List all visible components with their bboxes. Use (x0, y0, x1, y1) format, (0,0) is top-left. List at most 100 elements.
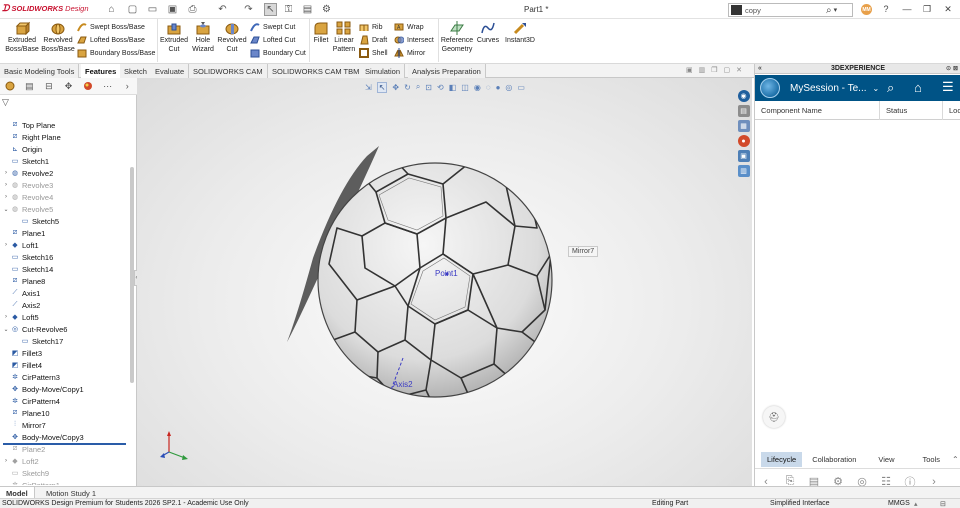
open-folder-icon[interactable]: ▭ (146, 3, 159, 16)
property-manager-tab-icon[interactable]: ▤ (20, 78, 40, 95)
swept-boss-button[interactable]: Swept Boss/Base (77, 21, 155, 33)
draft-button[interactable]: Draft (359, 34, 388, 46)
filter-icon[interactable]: ▽ (2, 97, 137, 109)
tree-item[interactable]: ✥ Body-Move/Copy1 (2, 383, 84, 395)
extruded-cut-button[interactable]: Extruded Cut (159, 21, 189, 54)
print-icon[interactable]: ⎙ (186, 3, 199, 16)
minimize-icon[interactable]: — (901, 3, 913, 15)
tag-icon[interactable]: ⌂ (914, 80, 922, 95)
pin-icon[interactable]: ⊙ (946, 65, 951, 72)
expand-arrow-icon[interactable]: › (2, 458, 10, 464)
home-icon[interactable]: ⌂ (105, 3, 118, 16)
expand-arrow-icon[interactable]: ⌄ (2, 326, 10, 333)
search-icon[interactable]: ⌕ (887, 80, 894, 96)
tree-item[interactable]: ⧄ Plane8 (2, 275, 46, 287)
solidworks-logo[interactable]: ᗪ SOLIDWORKS Design (2, 3, 89, 14)
save-icon[interactable]: ▣ (166, 3, 179, 16)
tab-features[interactable]: Features (81, 64, 122, 78)
tree-item[interactable]: ⟋ Axis2 (2, 299, 41, 311)
tree-item[interactable]: ✲ CirPattern3 (2, 371, 60, 383)
tree-item[interactable]: ⌄ ◍ Revolve5 (2, 203, 53, 215)
tree-item[interactable]: ⟋ Axis1 (2, 287, 41, 299)
options-gear-icon[interactable]: ⚙ (320, 3, 333, 16)
boundary-cut-button[interactable]: Boundary Cut (250, 47, 306, 59)
tile-icon[interactable]: ▣ (686, 66, 693, 74)
dimxpert-tab-icon[interactable]: ✥ (59, 78, 79, 95)
tree-item[interactable]: ⫶ Mirror7 (2, 419, 46, 431)
tree-item[interactable]: ⧄ Plane1 (2, 227, 46, 239)
close-view-icon[interactable]: ✕ (736, 66, 742, 74)
tree-item[interactable]: ⧄ Top Plane (2, 119, 56, 131)
search-icon[interactable]: ⌕ (826, 5, 832, 16)
tab-sketch[interactable]: Sketch (120, 64, 152, 78)
expand-arrow-icon[interactable]: ⌄ (2, 206, 10, 213)
session-name[interactable]: MySession - Te... (790, 83, 867, 94)
file-explorer-icon[interactable]: ▦ (737, 120, 750, 132)
wrap-button[interactable]: A Wrap (394, 21, 434, 33)
file-properties-icon[interactable]: ▤ (301, 3, 314, 16)
configuration-manager-tab-icon[interactable]: ⊟ (39, 78, 59, 95)
restore-icon[interactable]: ❐ (921, 3, 933, 15)
expand-arrow-icon[interactable]: › (2, 170, 10, 176)
expand-panel-icon[interactable]: › (117, 78, 137, 95)
tab-evaluate[interactable]: Evaluate (151, 64, 190, 78)
split-icon[interactable]: ▥ (699, 66, 706, 74)
instant3d-button[interactable]: Instant3D (503, 21, 537, 45)
revolved-cut-button[interactable]: Revolved Cut (217, 21, 247, 54)
tab-collaboration[interactable]: Collaboration (806, 452, 862, 467)
expand-arrow-icon[interactable]: › (2, 314, 10, 320)
redo-icon[interactable]: ↷ (242, 3, 255, 16)
tree-item[interactable]: ✥ Body-Move/Copy3 (2, 431, 84, 443)
tree-item[interactable]: ◩ Fillet3 (2, 347, 42, 359)
expand-arrow-icon[interactable]: › (2, 194, 10, 200)
lofted-cut-button[interactable]: Lofted Cut (250, 34, 306, 46)
new-document-icon[interactable]: ▢ (126, 3, 139, 16)
rib-button[interactable]: Rib (359, 21, 388, 33)
search-box[interactable]: ⌕ ▾ (728, 3, 853, 17)
collapse-task-pane-icon[interactable]: « (758, 65, 762, 72)
display-manager-tab-icon[interactable] (78, 78, 98, 95)
tree-item[interactable]: ▭ Sketch14 (2, 263, 54, 275)
compass-icon[interactable] (760, 78, 780, 98)
hole-wizard-button[interactable]: Hole Wizard (190, 21, 216, 54)
design-library-icon[interactable]: ▤ (737, 105, 750, 117)
3dexperience-icon[interactable]: ◉ (737, 90, 750, 102)
graphics-area[interactable]: ⇲ ↖ ✥ ↻ ⌕ ⊡ ⟲ ◧ ◫ ◉ ◌ ● ◎ ▭ Point1 Axis2… (137, 78, 752, 486)
close-icon[interactable]: ✕ (942, 3, 954, 15)
chevron-down-icon[interactable]: ⌄ (873, 84, 880, 93)
lofted-boss-button[interactable]: Lofted Boss/Base (77, 34, 155, 46)
tree-item[interactable]: ✲ CirPattern4 (2, 395, 60, 407)
column-location[interactable]: Loc (943, 101, 960, 120)
select-arrow-icon[interactable]: ↖ (264, 3, 277, 16)
close-pane-icon[interactable]: ⊠ (953, 65, 958, 72)
reference-geometry-button[interactable]: Reference Geometry (440, 21, 474, 54)
rollback-bar[interactable] (3, 443, 126, 445)
tree-item[interactable]: ⌄ ◎ Cut-Revolve6 (2, 323, 67, 335)
tree-item[interactable]: ⧄ Right Plane (2, 131, 61, 143)
tree-item[interactable]: ▭ Sketch9 (2, 467, 49, 479)
restore-view-icon[interactable]: ❐ (711, 66, 717, 74)
tree-item[interactable]: › ◍ Revolve2 (2, 167, 53, 179)
tree-item[interactable]: ⧄ Plane10 (2, 407, 50, 419)
shell-button[interactable]: Shell (359, 47, 388, 59)
menu-icon[interactable]: ☰ (942, 79, 954, 95)
mirror-button[interactable]: Mirror (394, 47, 434, 59)
tab-basic-modeling-tools[interactable]: Basic Modeling Tools (0, 64, 80, 78)
tree-item[interactable]: › ◍ Revolve4 (2, 191, 53, 203)
tree-item[interactable]: ▭ Sketch16 (2, 251, 54, 263)
tree-item[interactable]: › ◍ Revolve3 (2, 179, 53, 191)
curves-button[interactable]: Curves (476, 21, 500, 45)
user-avatar[interactable]: MM (861, 4, 872, 15)
tree-item[interactable]: ▭ Sketch1 (2, 155, 49, 167)
workspace-helmet-icon[interactable]: ⛑ (763, 406, 785, 428)
rebuild-icon[interactable]: ⚿ (282, 3, 295, 16)
tree-item[interactable]: ▭ Sketch17 (12, 335, 64, 347)
tab-solidworks-cam-tbm[interactable]: SOLIDWORKS CAM TBM (268, 64, 365, 78)
tab-lifecycle[interactable]: Lifecycle (761, 452, 803, 467)
units-dropdown-icon[interactable]: ▴ (914, 500, 918, 508)
linear-pattern-button[interactable]: Linear Pattern (332, 21, 356, 54)
tab-solidworks-cam[interactable]: SOLIDWORKS CAM (189, 64, 268, 78)
tab-analysis-preparation[interactable]: Analysis Preparation (408, 64, 486, 78)
units-status[interactable]: MMGS (888, 500, 910, 507)
tree-item[interactable]: ▭ Sketch5 (12, 215, 59, 227)
